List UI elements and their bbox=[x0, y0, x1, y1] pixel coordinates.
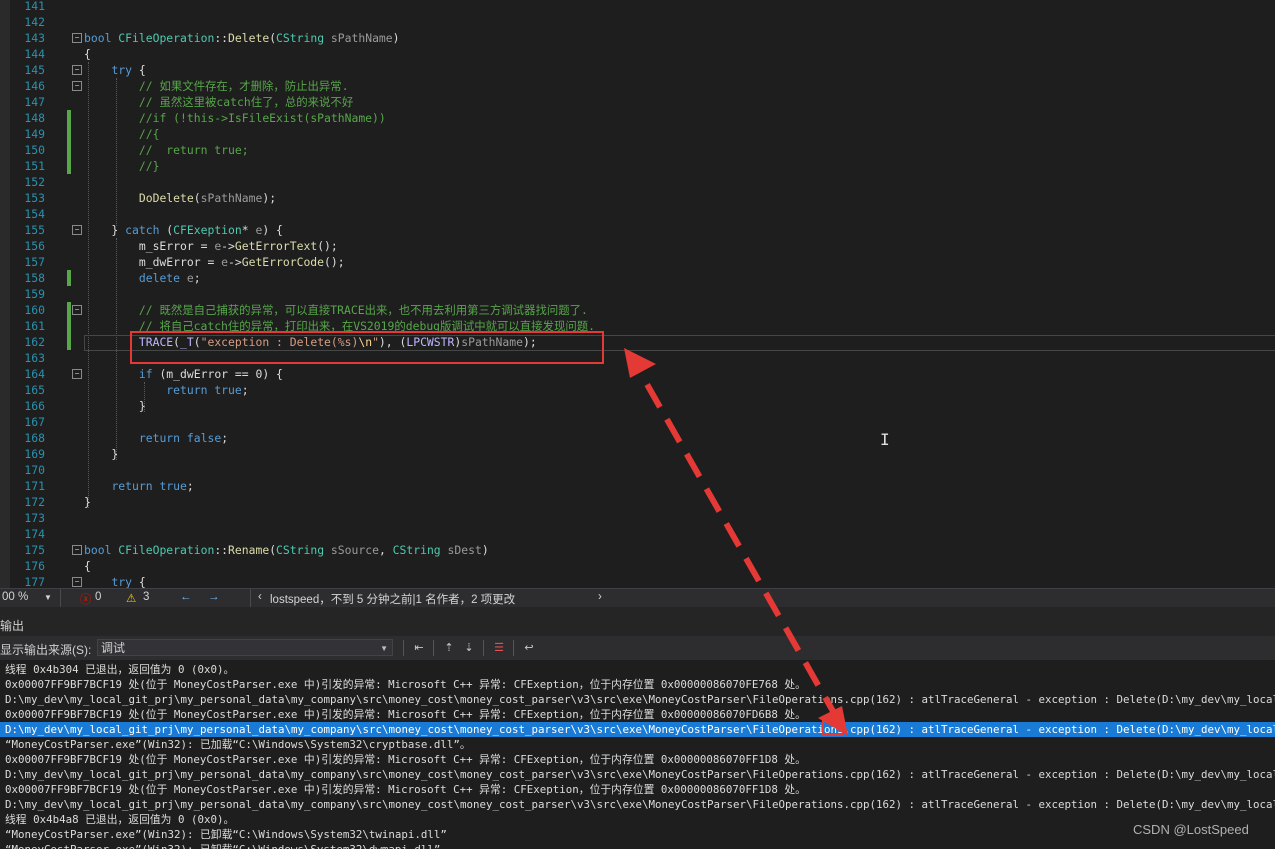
annotation-arrowhead-up bbox=[624, 348, 656, 378]
watermark: CSDN @LostSpeed bbox=[1133, 822, 1249, 837]
annotation-dashed-line bbox=[637, 370, 841, 722]
annotation-arrow bbox=[624, 348, 848, 736]
